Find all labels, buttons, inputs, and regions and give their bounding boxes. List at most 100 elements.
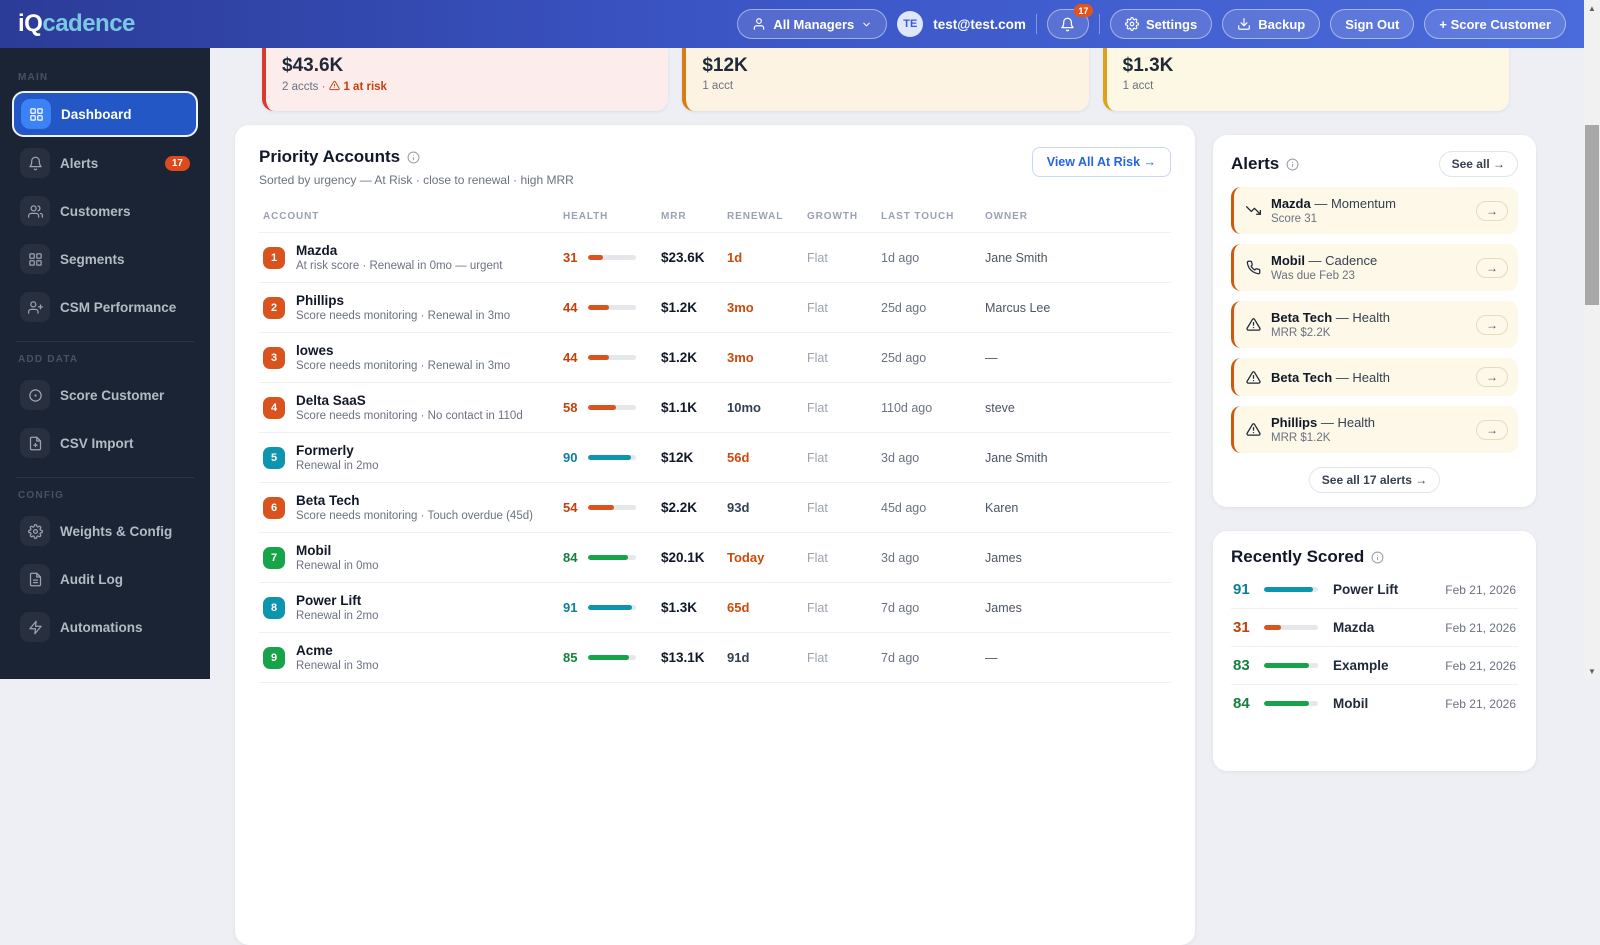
last-touch-value: 110d ago <box>877 382 981 433</box>
health-score: 44 <box>563 300 653 315</box>
alert-open-button[interactable]: → <box>1476 257 1508 278</box>
rank-badge: 1 <box>263 246 285 269</box>
table-row[interactable]: 8 Power Lift Renewal in 2mo 91 $1.3K 65d Flat 7… <box>259 582 1171 633</box>
target-icon <box>20 380 50 410</box>
growth-value: Flat <box>803 282 877 333</box>
health-cell-td: 90 <box>559 432 657 483</box>
sidebar-item-label: CSV Import <box>60 435 134 451</box>
notification-badge: 17 <box>1073 4 1093 17</box>
alert-body: Beta Tech — Health MRR $2.2K <box>1271 310 1466 339</box>
recently-scored-row[interactable]: 83 Example Feb 21, 2026 <box>1231 647 1518 685</box>
alert-open-button[interactable]: → <box>1476 314 1508 335</box>
renewal-value: 3mo <box>723 332 803 383</box>
last-touch-value: 45d ago <box>877 482 981 533</box>
recent-score-date: Feb 21, 2026 <box>1445 620 1516 635</box>
table-row[interactable]: 2 Phillips Score needs monitoring · Renewa… <box>259 282 1171 333</box>
scrollbar-thumb[interactable] <box>1585 125 1599 305</box>
recent-score-name: Example <box>1333 658 1389 673</box>
account-description: Renewal in 2mo <box>296 610 379 622</box>
account-description: Score needs monitoring · Touch overdue (… <box>296 510 533 522</box>
recently-scored-row[interactable]: 84 Mobil Feb 21, 2026 <box>1231 685 1518 722</box>
alert-open-button[interactable]: → <box>1476 367 1508 387</box>
user-email: test@test.com <box>933 16 1026 32</box>
recent-score-date: Feb 21, 2026 <box>1445 658 1516 673</box>
segment-stat-card[interactable]: $12K 1 acct <box>682 48 1089 111</box>
alert-item[interactable]: Beta Tech — Health MRR $2.2K → <box>1231 301 1518 348</box>
alert-title: Beta Tech — Health <box>1271 369 1390 385</box>
owner-value: — <box>981 632 1171 683</box>
recent-score-bar <box>1264 663 1318 668</box>
score-customer-button[interactable]: + Score Customer <box>1424 9 1566 39</box>
sidebar-item-audit-log[interactable]: Audit Log <box>12 557 198 601</box>
account-name: Acme <box>296 643 333 658</box>
health-score-bar <box>588 355 636 360</box>
segment-stat-card[interactable]: $1.3K 1 acct <box>1102 48 1509 111</box>
scrollbar-up-arrow[interactable]: ▲ <box>1584 0 1600 16</box>
recent-score-date: Feb 21, 2026 <box>1445 696 1516 711</box>
mrr-value: $23.6K <box>657 232 723 283</box>
stat-card-value: $43.6K <box>282 55 344 76</box>
table-row[interactable]: 3 lowes Score needs monitoring · Renewal i… <box>259 332 1171 383</box>
health-score-bar <box>588 605 636 610</box>
health-score: 54 <box>563 500 653 515</box>
header-divider <box>1098 14 1100 34</box>
recent-score-bar <box>1264 625 1318 630</box>
health-score: 90 <box>563 450 653 465</box>
mrr-value: $1.1K <box>657 382 723 433</box>
settings-button[interactable]: Settings <box>1109 9 1213 39</box>
sidebar-item-csv-import[interactable]: CSV Import <box>12 421 198 465</box>
backup-button[interactable]: Backup <box>1222 9 1321 39</box>
settings-label: Settings <box>1145 16 1198 32</box>
sign-out-button[interactable]: Sign Out <box>1330 9 1415 39</box>
users-icon <box>20 196 50 226</box>
manager-filter-dropdown[interactable]: All Managers <box>737 9 888 39</box>
stat-card-accounts: 1 acct <box>1122 80 1154 92</box>
scrollbar-down-arrow[interactable]: ▼ <box>1584 663 1600 679</box>
table-column-header: OWNER <box>981 205 1171 233</box>
sidebar-item-segments[interactable]: Segments <box>12 237 198 281</box>
alert-open-button[interactable]: → <box>1476 200 1508 221</box>
recently-scored-row[interactable]: 91 Power Lift Feb 21, 2026 <box>1231 571 1518 609</box>
see-all-alerts-button[interactable]: See all 17 alerts → <box>1308 467 1441 493</box>
download-icon <box>1237 17 1251 31</box>
table-row[interactable]: 5 Formerly Renewal in 2mo 90 $12K 56d Flat 3d a… <box>259 432 1171 483</box>
sidebar-item-automations[interactable]: Automations <box>12 605 198 649</box>
sidebar-item-dashboard[interactable]: Dashboard <box>12 91 198 137</box>
alert-subtitle: Was due Feb 23 <box>1271 270 1355 282</box>
sidebar-item-weights-config[interactable]: Weights & Config <box>12 509 198 553</box>
mrr-value: $2.2K <box>657 482 723 533</box>
account-description: Renewal in 0mo <box>296 560 379 572</box>
table-row[interactable]: 9 Acme Renewal in 3mo 85 $13.1K 91d Flat 7d ago… <box>259 632 1171 683</box>
owner-value: Jane Smith <box>981 232 1171 283</box>
table-row[interactable]: 6 Beta Tech Score needs monitoring · Touch… <box>259 482 1171 533</box>
rank-badge: 4 <box>263 396 285 419</box>
renewal-value: 10mo <box>723 382 803 433</box>
table-row[interactable]: 4 Delta SaaS Score needs monitoring · No c… <box>259 382 1171 433</box>
alert-item[interactable]: Mazda — Momentum Score 31 → <box>1231 187 1518 234</box>
last-touch-value: 7d ago <box>877 632 981 683</box>
alert-open-button[interactable]: → <box>1476 419 1508 440</box>
rank-badge: 5 <box>263 446 285 469</box>
renewal-value: 1d <box>723 232 803 283</box>
table-column-header: LAST TOUCH <box>877 205 981 233</box>
browser-scrollbar[interactable]: ▲ ▼ <box>1584 0 1600 679</box>
alerts-see-all-button[interactable]: See all → <box>1438 151 1518 177</box>
segment-stat-card[interactable]: $43.6K 2 accts · 1 at risk <box>262 48 669 111</box>
sidebar-item-alerts[interactable]: Alerts 17 <box>12 141 198 185</box>
sidebar-item-label: Automations <box>60 619 143 635</box>
trending-down-icon <box>1246 203 1261 218</box>
growth-value: Flat <box>803 482 877 533</box>
alert-item[interactable]: Beta Tech — Health → <box>1231 358 1518 396</box>
sidebar-item-customers[interactable]: Customers <box>12 189 198 233</box>
alert-item[interactable]: Mobil — Cadence Was due Feb 23 → <box>1231 244 1518 291</box>
table-row[interactable]: 7 Mobil Renewal in 0mo 84 $20.1K Today Flat 3d … <box>259 532 1171 583</box>
rank-badge: 2 <box>263 296 285 319</box>
recently-scored-row[interactable]: 31 Mazda Feb 21, 2026 <box>1231 609 1518 647</box>
info-icon <box>1371 551 1384 564</box>
account-description: At risk score · Renewal in 0mo — urgent <box>296 260 503 272</box>
sidebar-item-csm-performance[interactable]: CSM Performance <box>12 285 198 329</box>
sidebar-item-score-customer[interactable]: Score Customer <box>12 373 198 417</box>
view-all-at-risk-button[interactable]: View All At Risk → <box>1031 147 1171 177</box>
table-row[interactable]: 1 Mazda At risk score · Renewal in 0mo — u… <box>259 232 1171 283</box>
alert-item[interactable]: Phillips — Health MRR $1.2K → <box>1231 406 1518 453</box>
